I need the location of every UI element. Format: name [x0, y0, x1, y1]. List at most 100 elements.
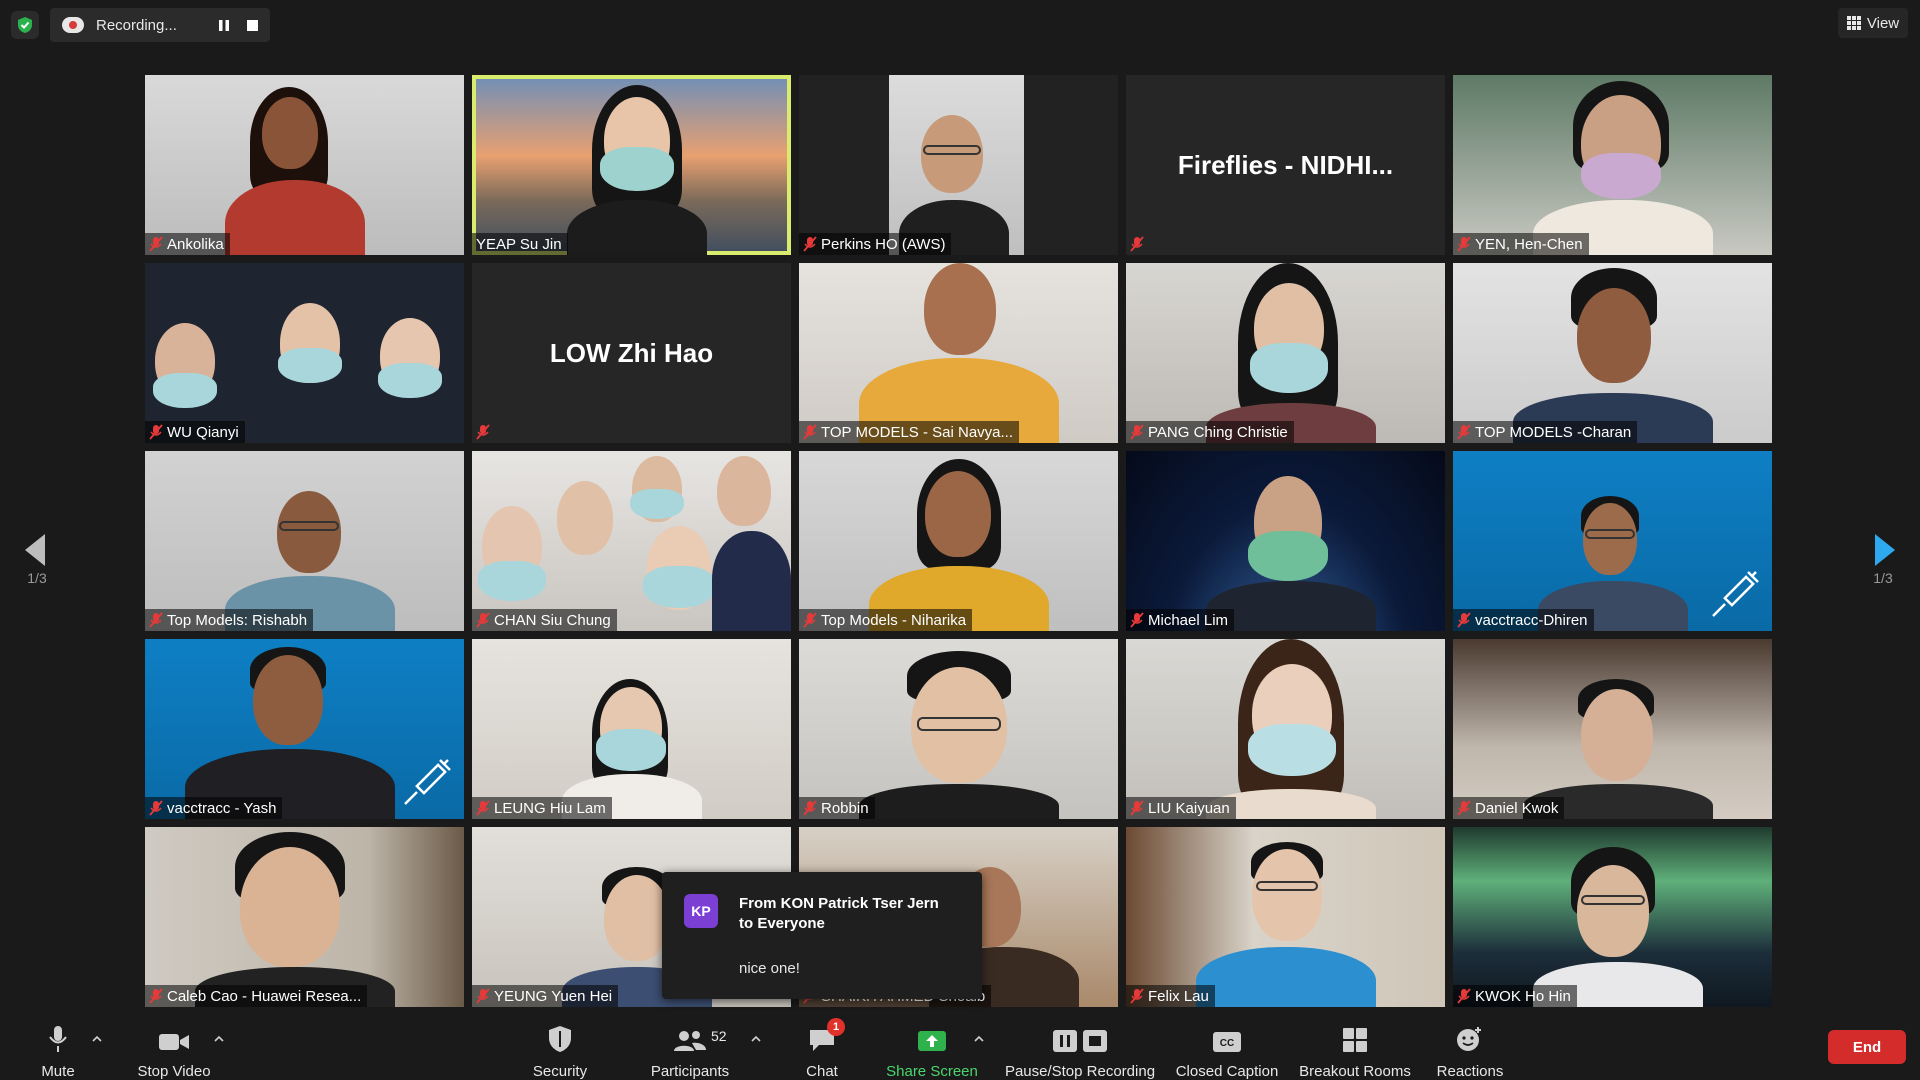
- reactions-button[interactable]: Reactions: [1430, 1010, 1510, 1080]
- caret-up-icon[interactable]: [90, 1032, 104, 1046]
- caret-up-icon[interactable]: [749, 1032, 763, 1046]
- reactions-icon: [1456, 1024, 1484, 1053]
- participants-button[interactable]: Participants: [640, 1010, 740, 1080]
- video-tile[interactable]: Perkins HO (AWS): [799, 75, 1118, 255]
- mic-muted-icon: [803, 612, 817, 628]
- record-icon: [62, 17, 84, 33]
- recording-indicator: Recording...: [50, 8, 270, 42]
- breakout-rooms-button[interactable]: Breakout Rooms: [1296, 1010, 1414, 1080]
- stop-recording-button[interactable]: [242, 15, 262, 35]
- closed-caption-button[interactable]: CC Closed Caption: [1172, 1010, 1282, 1080]
- participant-name-tag: Michael Lim: [1126, 609, 1235, 631]
- video-tile[interactable]: Top Models - Niharika: [799, 451, 1118, 631]
- pause-stop-recording-icon: [1052, 1024, 1108, 1053]
- video-tile[interactable]: TOP MODELS -Charan: [1453, 263, 1772, 443]
- video-tile[interactable]: vacctracc-Dhiren: [1453, 451, 1772, 631]
- stop-video-label: Stop Video: [137, 1063, 211, 1080]
- closed-caption-icon: CC: [1212, 1024, 1242, 1053]
- video-tile[interactable]: Daniel Kwok: [1453, 639, 1772, 819]
- mic-muted-icon: [149, 988, 163, 1004]
- mic-muted-icon: [1457, 800, 1471, 816]
- video-tile[interactable]: TOP MODELS - Sai Navya...: [799, 263, 1118, 443]
- security-label: Security: [532, 1063, 588, 1080]
- shield-icon[interactable]: [11, 11, 39, 39]
- mic-muted-icon: [803, 236, 817, 252]
- top-bar: Recording... View: [0, 0, 1920, 52]
- pause-recording-button[interactable]: [214, 15, 234, 35]
- video-gallery: Ankolika YEAP Su Jin Perkins HO (AWS) Fi…: [145, 75, 1775, 1007]
- chat-recipient: to Everyone: [739, 915, 825, 932]
- view-label: View: [1866, 14, 1900, 32]
- chat-notification[interactable]: KP From KON Patrick Tser Jern to Everyon…: [662, 872, 982, 999]
- participant-name-tag: KWOK Ho Hin: [1453, 985, 1577, 1007]
- video-camera-icon: [158, 1024, 190, 1053]
- mic-muted-icon: [476, 424, 490, 440]
- video-tile[interactable]: Top Models: Rishabh: [145, 451, 464, 631]
- participant-name-tag: CHAN Siu Chung: [472, 609, 617, 631]
- video-tile-active-speaker[interactable]: YEAP Su Jin: [472, 75, 791, 255]
- caret-up-icon[interactable]: [972, 1032, 986, 1046]
- sender-avatar: KP: [684, 894, 718, 928]
- participant-name-tag: LEUNG Hiu Lam: [472, 797, 612, 819]
- participant-name-tag: Robbin: [799, 797, 875, 819]
- chat-label: Chat: [806, 1063, 838, 1080]
- participant-name-tag: Caleb Cao - Huawei Resea...: [145, 985, 368, 1007]
- svg-text:CC: CC: [1220, 1038, 1234, 1049]
- video-tile[interactable]: Robbin: [799, 639, 1118, 819]
- participant-name-tag: TOP MODELS - Sai Navya...: [799, 421, 1020, 443]
- video-tile[interactable]: Michael Lim: [1126, 451, 1445, 631]
- video-tile[interactable]: Ankolika: [145, 75, 464, 255]
- video-tile[interactable]: PANG Ching Christie: [1126, 263, 1445, 443]
- video-tile-no-video[interactable]: Fireflies - NIDHI...: [1126, 75, 1445, 255]
- video-tile[interactable]: LEUNG Hiu Lam: [472, 639, 791, 819]
- participants-icon: [673, 1024, 707, 1053]
- video-tile[interactable]: LIU Kaiyuan: [1126, 639, 1445, 819]
- chevron-left-icon: [25, 534, 45, 566]
- chat-message: nice one!: [739, 960, 800, 977]
- mic-muted-icon: [1457, 612, 1471, 628]
- mic-muted-icon: [1457, 236, 1471, 252]
- participant-name-tag: TOP MODELS -Charan: [1453, 421, 1638, 443]
- participant-name-tag: YEAP Su Jin: [472, 233, 568, 255]
- video-tile-no-video[interactable]: LOW Zhi Hao: [472, 263, 791, 443]
- meeting-toolbar: Mute Stop Video Security Participants 52…: [0, 1010, 1920, 1080]
- mic-muted-icon: [149, 800, 163, 816]
- share-screen-button[interactable]: Share Screen: [882, 1010, 982, 1080]
- mic-muted-icon: [476, 612, 490, 628]
- page-indicator-left: 1/3: [27, 570, 47, 586]
- closed-caption-label: Closed Caption: [1175, 1063, 1279, 1080]
- participant-name-tag: Top Models - Niharika: [799, 609, 973, 631]
- participant-name-tag: vacctracc - Yash: [145, 797, 283, 819]
- stop-icon: [246, 19, 258, 31]
- stop-video-button[interactable]: Stop Video: [130, 1010, 218, 1080]
- page-indicator-right: 1/3: [1873, 570, 1893, 586]
- participant-name-tag: [472, 421, 496, 443]
- view-button[interactable]: View: [1838, 8, 1908, 38]
- video-tile[interactable]: KWOK Ho Hin: [1453, 827, 1772, 1007]
- mute-button[interactable]: Mute: [28, 1010, 88, 1080]
- breakout-rooms-label: Breakout Rooms: [1299, 1063, 1411, 1080]
- video-tile[interactable]: WU Qianyi: [145, 263, 464, 443]
- video-tile[interactable]: vacctracc - Yash: [145, 639, 464, 819]
- mic-muted-icon: [1130, 236, 1144, 252]
- pause-stop-recording-label: Pause/Stop Recording: [1004, 1063, 1156, 1080]
- security-button[interactable]: Security: [520, 1010, 600, 1080]
- participant-name-tag: PANG Ching Christie: [1126, 421, 1294, 443]
- mic-muted-icon: [149, 612, 163, 628]
- mic-muted-icon: [149, 424, 163, 440]
- breakout-rooms-icon: [1342, 1024, 1368, 1053]
- video-tile[interactable]: Caleb Cao - Huawei Resea...: [145, 827, 464, 1007]
- syringe-icon: [1712, 571, 1759, 617]
- video-tile[interactable]: Felix Lau: [1126, 827, 1445, 1007]
- security-shield-icon: [548, 1024, 572, 1053]
- caret-up-icon[interactable]: [212, 1032, 226, 1046]
- participants-label: Participants: [650, 1063, 730, 1080]
- participant-display-name: Fireflies - NIDHI...: [1177, 149, 1394, 180]
- participant-name-tag: Felix Lau: [1126, 985, 1215, 1007]
- participant-name-tag: Ankolika: [145, 233, 230, 255]
- video-tile[interactable]: YEN, Hen-Chen: [1453, 75, 1772, 255]
- video-tile[interactable]: CHAN Siu Chung: [472, 451, 791, 631]
- end-meeting-button[interactable]: End: [1828, 1030, 1906, 1064]
- share-screen-icon: [917, 1024, 947, 1053]
- pause-stop-recording-button[interactable]: Pause/Stop Recording: [1004, 1010, 1156, 1080]
